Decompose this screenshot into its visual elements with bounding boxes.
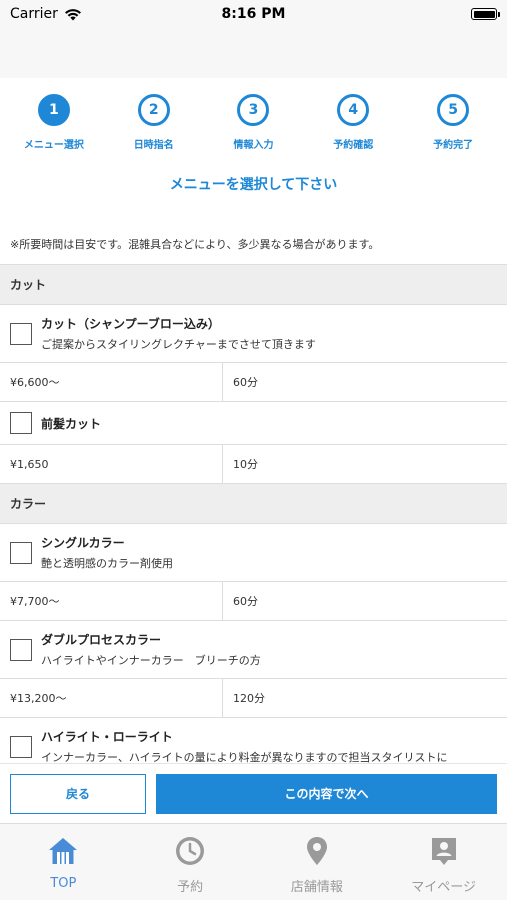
page-title: メニューを選択して下さい [169,177,338,193]
status-left: Carrier [10,6,82,22]
menu-item-name: シングルカラー [41,536,125,550]
menu-item-single-color[interactable]: シングルカラー 艶と透明感のカラー剤使用 [0,524,507,582]
step-5: 5 予約完了 [408,94,498,151]
step-4-label: 予約確認 [333,140,374,151]
menu-item-text: ダブルプロセスカラー ハイライトやインナーカラー ブリーチの方 [41,631,261,668]
step-2-label: 日時指名 [133,140,174,151]
menu-item-double-process-color[interactable]: ダブルプロセスカラー ハイライトやインナーカラー ブリーチの方 [0,621,507,679]
menu-item-description: インナーカラー、ハイライトの量により料金が異なりますので担当スタイリストに [41,751,448,763]
menu-item-text: 前髪カット [41,415,101,432]
tab-bar: TOP 予約 店舗情報 マイページ [0,823,507,900]
menu-item-checkbox[interactable] [10,412,32,434]
step-2: 2 日時指名 [109,94,199,151]
step-4: 4 予約確認 [308,94,398,151]
menu-item-duration: 60分 [233,595,258,608]
menu-item-highlight-lowlight[interactable]: ハイライト・ローライト インナーカラー、ハイライトの量により料金が異なりますので… [0,718,507,763]
menu-item-checkbox[interactable] [10,735,32,758]
tab-shop-info-label: 店舗情報 [290,880,343,895]
tab-top-label: TOP [50,876,77,891]
battery-icon [471,8,500,20]
menu-item-price-row: ¥1,650 10分 [0,445,507,484]
menu-item-description: ご提案からスタイリングレクチャーまでさせて頂きます [41,338,316,351]
category-header-color: カラー [0,484,507,524]
menu-item-name: カット（シャンプーブロー込み） [41,317,220,331]
menu-item-description: ハイライトやインナーカラー ブリーチの方 [41,654,261,667]
tab-mypage-label: マイページ [411,880,476,895]
menu-item-duration: 120分 [233,692,265,705]
menu-item-price: ¥7,700〜 [0,582,223,620]
step-indicator: 1 メニュー選択 2 日時指名 3 情報入力 4 予約確認 5 予約完了 [0,94,507,151]
tab-reservation[interactable]: 予約 [127,824,254,900]
menu-item-checkbox[interactable] [10,322,32,345]
next-button[interactable]: この内容で次へ [156,773,497,814]
menu-item-price: ¥1,650 [0,445,223,483]
menu-item-text: シングルカラー 艶と透明感のカラー剤使用 [41,534,173,571]
menu-item-text: ハイライト・ローライト インナーカラー、ハイライトの量により料金が異なりますので… [41,728,447,763]
step-3-number: 3 [237,94,270,126]
step-2-number: 2 [137,94,170,126]
step-5-number: 5 [437,94,470,126]
tab-top[interactable]: TOP [0,824,127,900]
menu-item-price-row: ¥6,600〜 60分 [0,363,507,402]
menu-item-price: ¥13,200〜 [0,679,223,717]
tab-reservation-label: 予約 [177,880,204,895]
menu-list[interactable]: カット カット（シャンプーブロー込み） ご提案からスタイリングレクチャーまでさせ… [0,264,507,763]
menu-item-duration: 60分 [233,376,258,389]
step-3-label: 情報入力 [233,140,274,151]
menu-item-checkbox[interactable] [10,638,32,661]
step-3: 3 情報入力 [208,94,298,151]
category-header-cut: カット [0,265,507,305]
menu-item-checkbox[interactable] [10,541,32,564]
back-button[interactable]: 戻る [10,773,146,814]
step-5-label: 予約完了 [433,140,474,151]
location-pin-icon [300,834,334,868]
carrier-label: Carrier [10,6,58,22]
person-badge-icon [427,834,461,868]
wifi-icon [64,8,81,20]
step-4-number: 4 [337,94,370,126]
tab-shop-info[interactable]: 店舗情報 [254,824,381,900]
menu-item-duration: 10分 [233,458,258,471]
menu-item-cut[interactable]: カット（シャンプーブロー込み） ご提案からスタイリングレクチャーまでさせて頂きま… [0,305,507,363]
menu-item-text: カット（シャンプーブロー込み） ご提案からスタイリングレクチャーまでさせて頂きま… [41,315,316,352]
menu-item-price-row: ¥7,700〜 60分 [0,582,507,621]
menu-item-description: 艶と透明感のカラー剤使用 [41,557,173,570]
menu-item-name: 前髪カット [41,416,102,431]
tab-mypage[interactable]: マイページ [380,824,507,900]
step-1-number: 1 [37,94,70,126]
status-bar: Carrier 8:16 PM [0,0,507,28]
duration-note: ※所要時間は目安です。混雑具合などにより、多少異なる場合があります。 [10,238,380,251]
menu-item-price-row: ¥13,200〜 120分 [0,679,507,718]
action-bar: 戻る この内容で次へ [0,763,507,823]
menu-item-price: ¥6,600〜 [0,363,223,401]
step-1: 1 メニュー選択 [9,94,99,151]
home-icon [46,834,80,868]
clock-icon [173,834,207,868]
menu-item-bangs-cut[interactable]: 前髪カット [0,402,507,445]
navigation-bar [0,28,507,78]
menu-item-name: ハイライト・ローライト [41,730,173,744]
step-1-label: メニュー選択 [23,140,84,151]
menu-item-name: ダブルプロセスカラー [41,633,162,647]
